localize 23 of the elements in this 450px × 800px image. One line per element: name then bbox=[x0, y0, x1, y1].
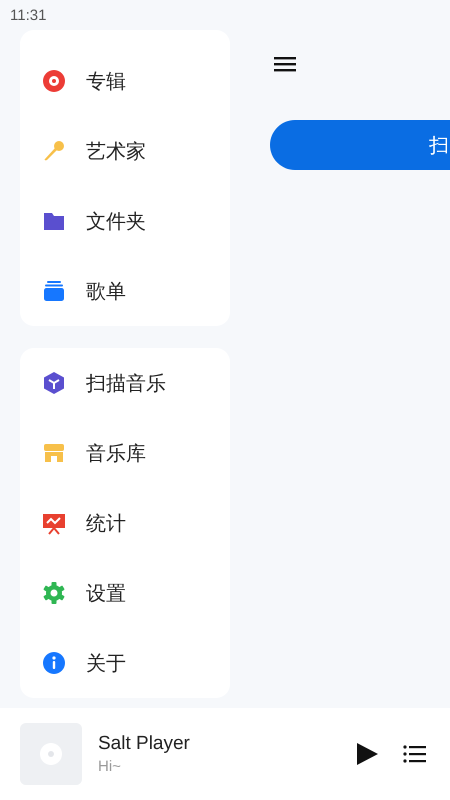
play-icon bbox=[354, 741, 380, 767]
drawer-item[interactable]: 设置 bbox=[20, 558, 230, 628]
shop-icon bbox=[42, 441, 66, 465]
drawer-item[interactable]: 文件夹 bbox=[20, 186, 230, 256]
status-time: 11:31 bbox=[10, 6, 46, 24]
drawer-item[interactable]: 关于 bbox=[20, 628, 230, 698]
cube-icon bbox=[42, 371, 66, 395]
drawer-item[interactable]: 扫描音乐 bbox=[20, 348, 230, 418]
track-title: Salt Player bbox=[98, 733, 191, 755]
settings-icon bbox=[42, 581, 66, 605]
play-button[interactable] bbox=[354, 741, 380, 767]
presentation-chart-icon bbox=[42, 511, 66, 535]
track-subtitle: Hi~ bbox=[98, 758, 122, 775]
info-icon bbox=[42, 651, 66, 675]
drawer-item[interactable]: 艺术家 bbox=[20, 116, 230, 186]
disc-icon bbox=[42, 69, 66, 93]
drawer-item[interactable]: 统计 bbox=[20, 488, 230, 558]
microphone-icon bbox=[42, 139, 66, 163]
drawer-item[interactable]: 歌单 bbox=[20, 256, 230, 326]
drawer-item[interactable]: 专辑 bbox=[20, 46, 230, 116]
drawer-item[interactable]: 音乐库 bbox=[20, 418, 230, 488]
stack-icon bbox=[42, 279, 66, 303]
scan-button[interactable]: 扫 bbox=[270, 120, 450, 170]
